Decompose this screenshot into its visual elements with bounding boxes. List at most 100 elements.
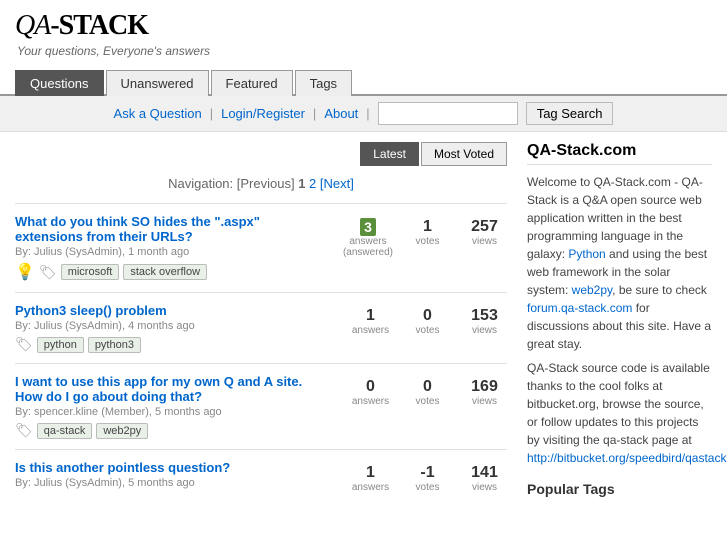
answers-label: answers [348,325,393,336]
votes-stat: -1 votes [405,464,450,493]
question-title: Python3 sleep() problem [15,303,317,318]
question-link[interactable]: Is this another pointless question? [15,460,230,475]
forum-link[interactable]: forum.qa-stack.com [527,301,632,315]
answers-stat: 1 answers [348,307,393,336]
question-author: Julius (SysAdmin) [34,320,122,332]
table-row: Is this another pointless question? By: … [15,449,507,503]
tag-icon: 🏷 [15,336,33,353]
question-stats: 1 answers -1 votes 141 views [327,460,507,493]
table-row: I want to use this app for my own Q and … [15,363,507,449]
answers-label: answers [348,482,393,493]
views-stat: 257 views [462,218,507,247]
tab-unanswered[interactable]: Unanswered [106,70,209,96]
question-time: 5 months ago [128,477,195,489]
question-title: Is this another pointless question? [15,460,317,475]
views-label: views [462,236,507,247]
votes-label: votes [405,396,450,407]
votes-stat: 0 votes [405,378,450,407]
question-tags: 🏷 qa-stack web2py [15,422,317,439]
sidebar-title: QA-Stack.com [527,142,712,165]
question-link[interactable]: I want to use this app for my own Q and … [15,374,302,404]
views-label: views [462,396,507,407]
python-link[interactable]: Python [568,247,605,261]
answers-stat: 0 answers [348,378,393,407]
pagination: Navigation: [Previous] 1 2 [Next] [15,176,507,191]
bulb-icon: 💡 [15,262,35,282]
question-time: 4 months ago [128,320,195,332]
popular-tags-title: Popular Tags [527,481,712,497]
sidebar-description: Welcome to QA-Stack.com - QA-Stack is a … [527,173,712,353]
list-item[interactable]: python [37,337,84,353]
votes-stat: 1 votes [405,218,450,247]
tag-search-button[interactable]: Tag Search [526,102,614,125]
list-item[interactable]: microsoft [61,264,120,280]
votes-label: votes [405,482,450,493]
answers-stat: 1 answers [348,464,393,493]
votes-count: -1 [405,464,450,482]
answers-count: 1 [348,464,393,482]
logo-stack: -STACK [50,10,148,41]
bitbucket-link[interactable]: http://bitbucket.org/speedbird/qastack [527,451,726,465]
tab-questions[interactable]: Questions [15,70,104,96]
table-row: What do you think SO hides the ".aspx" e… [15,203,507,292]
action-bar: Ask a Question | Login/Register | About … [0,96,727,132]
logo-qa: QA [15,10,50,41]
views-count: 257 [462,218,507,236]
pagination-page2-link[interactable]: 2 [309,176,316,191]
votes-stat: 0 votes [405,307,450,336]
web2py-link[interactable]: web2py [572,283,612,297]
questions-content: Latest Most Voted Navigation: [Previous]… [15,142,507,503]
pagination-page1: 1 [298,176,305,191]
question-stats: 1 answers 0 votes 153 views [327,303,507,353]
separator-1: | [210,106,213,121]
ask-question-link[interactable]: Ask a Question [114,106,202,121]
question-link[interactable]: What do you think SO hides the ".aspx" e… [15,214,260,244]
votes-count: 0 [405,307,450,325]
sidebar-source-description: QA-Stack source code is available thanks… [527,359,712,467]
list-item[interactable]: python3 [88,337,141,353]
views-stat: 169 views [462,378,507,407]
pagination-prefix: Navigation: [Previous] [168,176,298,191]
views-count: 153 [462,307,507,325]
tab-tags[interactable]: Tags [295,70,352,96]
question-body: I want to use this app for my own Q and … [15,374,317,439]
votes-count: 0 [405,378,450,396]
tag-search-input[interactable] [378,102,518,125]
tab-featured[interactable]: Featured [211,70,293,96]
site-logo: QA-STACK [15,10,712,42]
question-stats: 3 answers(answered) 1 votes 257 views [327,214,507,282]
question-meta: By: Julius (SysAdmin), 4 months ago [15,320,317,332]
questions-list: What do you think SO hides the ".aspx" e… [15,203,507,503]
question-body: Is this another pointless question? By: … [15,460,317,493]
tag-icon: 🏷 [39,264,57,281]
list-item[interactable]: stack overflow [123,264,207,280]
views-stat: 141 views [462,464,507,493]
pagination-next-link[interactable]: [Next] [320,176,354,191]
separator-3: | [366,106,369,121]
nav-tabs: Questions Unanswered Featured Tags [0,68,727,96]
views-count: 141 [462,464,507,482]
views-count: 169 [462,378,507,396]
separator-2: | [313,106,316,121]
sidebar: QA-Stack.com Welcome to QA-Stack.com - Q… [527,142,712,503]
list-item[interactable]: web2py [96,423,148,439]
sort-latest-button[interactable]: Latest [360,142,419,166]
list-item[interactable]: qa-stack [37,423,93,439]
views-label: views [462,482,507,493]
sort-most-voted-button[interactable]: Most Voted [421,142,507,166]
answers-label: answers [348,396,393,407]
question-author: spencer.kline (Member) [34,406,149,418]
header: QA-STACK Your questions, Everyone's answ… [0,0,727,63]
question-body: What do you think SO hides the ".aspx" e… [15,214,317,282]
login-register-link[interactable]: Login/Register [221,106,305,121]
question-tags: 💡 🏷 microsoft stack overflow [15,262,317,282]
question-link[interactable]: Python3 sleep() problem [15,303,167,318]
answers-count: 1 [348,307,393,325]
question-author: Julius (SysAdmin) [34,246,122,258]
votes-label: votes [405,236,450,247]
about-link[interactable]: About [324,106,358,121]
question-time: 5 months ago [155,406,222,418]
votes-count: 1 [405,218,450,236]
question-title: I want to use this app for my own Q and … [15,374,317,404]
site-tagline: Your questions, Everyone's answers [15,44,712,58]
